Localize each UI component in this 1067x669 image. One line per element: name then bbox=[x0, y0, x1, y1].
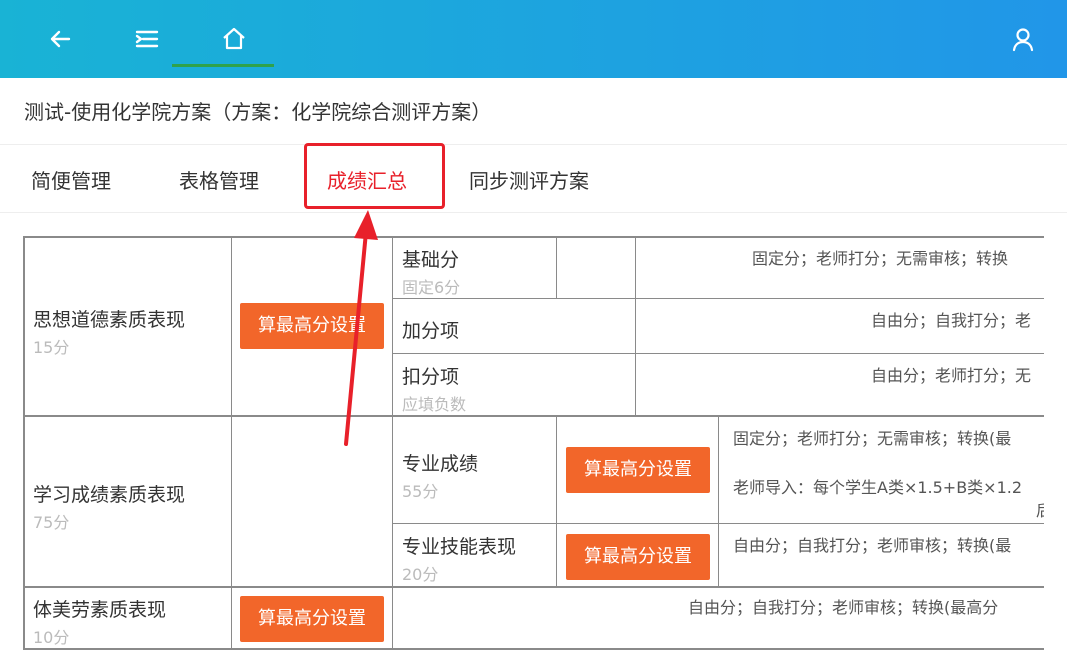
evaluation-table: 思想道德素质表现 15分 算最高分设置 基础分 固定6分 固定分；老师打分；无需… bbox=[0, 0, 1044, 669]
item-sub: 20分 bbox=[402, 565, 439, 584]
max-score-settings-button[interactable]: 算最高分设置 bbox=[566, 534, 710, 580]
item-rule: 自由分；老师打分；无 bbox=[871, 366, 1032, 385]
item-rule: 自由分；自我打分；老师审核；转换(最 bbox=[733, 536, 1012, 555]
section-name: 体美劳素质表现 bbox=[33, 599, 167, 621]
section-name: 思想道德素质表现 bbox=[33, 309, 186, 331]
item-name: 专业技能表现 bbox=[402, 536, 517, 558]
item-name: 加分项 bbox=[402, 320, 460, 342]
section-score: 15分 bbox=[33, 338, 70, 357]
item-rule: 固定分；老师打分；无需审核；转换 bbox=[752, 249, 1009, 268]
item-sub: 固定6分 bbox=[402, 278, 461, 297]
item-rule: 固定分；老师打分；无需审核；转换(最 bbox=[733, 429, 1012, 448]
item-rule: 自由分；自我打分；老师审核；转换(最高分 bbox=[688, 598, 999, 617]
item-name: 基础分 bbox=[402, 249, 460, 271]
item-rule-tail: 后 bbox=[1036, 497, 1044, 521]
item-name: 扣分项 bbox=[402, 366, 460, 388]
max-score-settings-button[interactable]: 算最高分设置 bbox=[240, 303, 384, 349]
item-sub: 55分 bbox=[402, 482, 439, 501]
section-name: 学习成绩素质表现 bbox=[33, 484, 186, 506]
item-sub: 应填负数 bbox=[402, 395, 467, 414]
section-score: 10分 bbox=[33, 628, 70, 647]
max-score-settings-button[interactable]: 算最高分设置 bbox=[566, 447, 710, 493]
item-rule-import: 老师导入：每个学生A类×1.5+B类×1.2 bbox=[733, 478, 1023, 497]
section-score: 75分 bbox=[33, 513, 70, 532]
item-rule: 自由分；自我打分；老 bbox=[871, 311, 1032, 330]
item-name: 专业成绩 bbox=[402, 453, 479, 475]
max-score-settings-button[interactable]: 算最高分设置 bbox=[240, 596, 384, 642]
